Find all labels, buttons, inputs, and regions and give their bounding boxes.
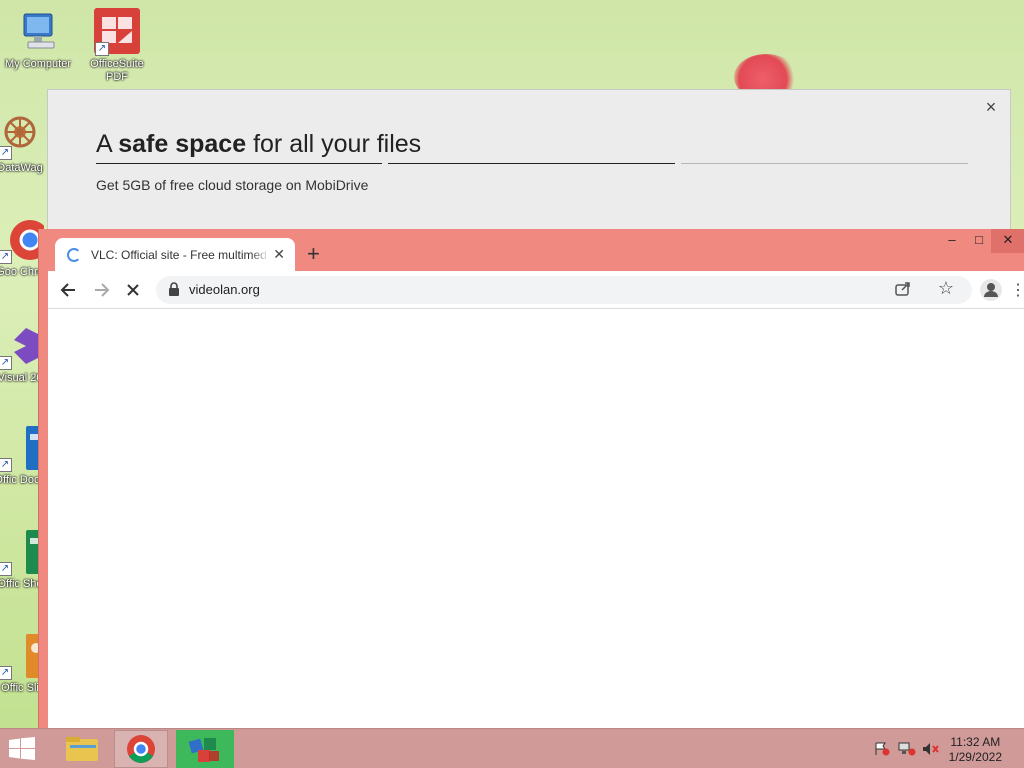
- promo-progress-indicator: [96, 163, 968, 167]
- volume-muted-icon[interactable]: [922, 742, 939, 756]
- promo-subtitle: Get 5GB of free cloud storage on MobiDri…: [96, 177, 369, 193]
- network-computer-icon: [898, 742, 916, 756]
- stop-x-icon: [127, 284, 139, 296]
- datawag-icon: ↗: [0, 112, 44, 160]
- network-icon[interactable]: [898, 742, 916, 756]
- taskbar-file-explorer[interactable]: [56, 730, 110, 768]
- start-button[interactable]: [8, 737, 36, 761]
- maximize-button[interactable]: □: [964, 229, 994, 253]
- shortcut-arrow-icon: ↗: [0, 562, 12, 576]
- chrome-window: – □ ✕ VLC: Official site - Free multimed…: [38, 229, 1024, 728]
- page-content-area[interactable]: [48, 309, 1024, 728]
- promo-title-prefix: A: [96, 130, 119, 158]
- window-close-button[interactable]: ✕: [991, 229, 1024, 253]
- new-tab-button[interactable]: +: [307, 243, 320, 265]
- address-text: videolan.org: [189, 282, 260, 297]
- taskbar: 11:32 AM 1/29/2022: [0, 728, 1024, 768]
- back-button[interactable]: [58, 280, 80, 302]
- shortcut-arrow-icon: ↗: [95, 42, 109, 56]
- share-icon[interactable]: [894, 280, 912, 298]
- taskbar-chrome[interactable]: [114, 730, 168, 768]
- shortcut-arrow-icon: ↗: [0, 146, 12, 160]
- desktop-icon-label: OfficeSuite PDF: [90, 58, 144, 83]
- promo-title-suffix: for all your files: [246, 130, 422, 158]
- progress-segment-1: [96, 163, 382, 164]
- system-clock[interactable]: 11:32 AM 1/29/2022: [949, 735, 1002, 765]
- officesuite-pdf-icon: ↗: [93, 8, 141, 56]
- person-icon: [984, 283, 998, 297]
- progress-segment-2: [388, 163, 675, 164]
- promo-title: A safe space for all your files: [96, 130, 421, 159]
- progress-segment-3: [681, 163, 968, 164]
- bookmark-star-icon[interactable]: ☆: [938, 278, 954, 299]
- tab-title: VLC: Official site - Free multimedia: [91, 248, 267, 262]
- back-arrow-icon: [60, 283, 75, 297]
- promo-close-button[interactable]: ×: [982, 98, 1000, 116]
- shortcut-arrow-icon: ↗: [0, 666, 12, 680]
- chrome-icon: [127, 735, 155, 763]
- action-center-flag-icon[interactable]: [874, 742, 890, 756]
- windows-logo-icon: [9, 737, 35, 760]
- taskbar-app[interactable]: [176, 730, 234, 768]
- loading-spinner-icon: [67, 248, 81, 262]
- desktop-icon-officesuite-pdf[interactable]: ↗ OfficeSuite PDF: [79, 8, 155, 84]
- computer-icon: [14, 8, 62, 56]
- browser-tab[interactable]: VLC: Official site - Free multimedia ✕: [55, 238, 295, 272]
- tab-title-fade: [251, 244, 269, 266]
- profile-avatar-button[interactable]: [980, 279, 1002, 301]
- chrome-menu-button[interactable]: ⋮: [1010, 280, 1024, 300]
- promo-title-bold: safe space: [118, 130, 247, 158]
- app-cubes-icon: [188, 738, 219, 762]
- shortcut-arrow-icon: ↗: [0, 458, 12, 472]
- minimize-button[interactable]: –: [937, 229, 967, 253]
- address-bar[interactable]: videolan.org ☆: [156, 276, 972, 304]
- folder-icon: [66, 737, 98, 761]
- clock-time: 11:32 AM: [950, 735, 1001, 749]
- clock-date: 1/29/2022: [948, 750, 1002, 764]
- browser-toolbar: videolan.org ☆ ⋮: [48, 271, 1024, 309]
- speaker-icon: [923, 743, 939, 755]
- forward-arrow-icon: [95, 283, 110, 297]
- shortcut-arrow-icon: ↗: [0, 356, 12, 370]
- stop-loading-button[interactable]: [122, 280, 144, 302]
- flag-icon: [875, 742, 890, 756]
- desktop-icon-my-computer[interactable]: My Computer: [0, 8, 76, 71]
- lock-icon: [169, 282, 179, 296]
- mobidrive-promo-window: × A safe space for all your files Get 5G…: [47, 89, 1011, 239]
- forward-button[interactable]: [90, 280, 112, 302]
- tab-close-button[interactable]: ✕: [273, 246, 285, 263]
- desktop-icon-label: My Computer: [4, 58, 72, 70]
- shortcut-arrow-icon: ↗: [0, 250, 12, 264]
